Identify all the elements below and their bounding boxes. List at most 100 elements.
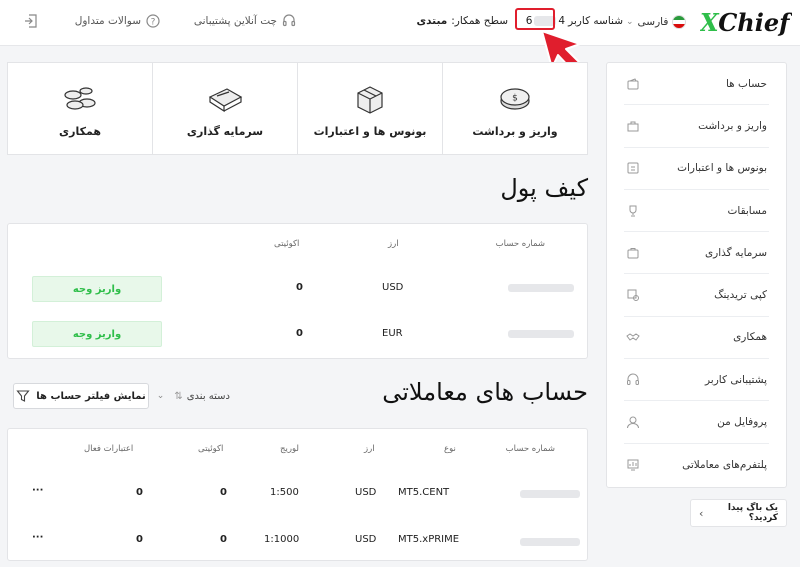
top-header: XChief فارسی ⌄ شناسه کاربر 6 4 سطح همکار… [0, 0, 800, 46]
card-label: همکاری [59, 125, 101, 138]
sidebar-item-bonuses[interactable]: بونوس ها و اعتبارات [624, 148, 769, 190]
wallet-icon [627, 78, 639, 90]
sidebar-item-support[interactable]: پشتیبانی کاربر [624, 359, 769, 402]
sidebar-item-deposit[interactable]: واریز و برداشت [624, 105, 769, 148]
trophy-icon [629, 205, 637, 217]
bug-report-button[interactable]: یک باگ پیدا کردید؟ › [690, 499, 787, 527]
card-label: واریز و برداشت [472, 125, 558, 138]
masked-account-number [520, 538, 580, 546]
bank-icon [627, 121, 639, 132]
card-deposit-withdraw[interactable]: $ واریز و برداشت [442, 63, 587, 154]
sort-label: دسته بندی [186, 390, 230, 402]
faq-link[interactable]: ? سوالات متداول [72, 12, 160, 30]
account-equity: 0 [220, 487, 227, 498]
sidebar-item-contests[interactable]: مسابقات [624, 190, 769, 233]
header-account-number: شماره حساب [495, 239, 545, 249]
support-chat-label: چت آنلاین پشتیبانی [193, 15, 277, 27]
coin-icon: $ [500, 88, 530, 110]
language-selector[interactable]: فارسی ⌄ [626, 14, 686, 30]
card-label: سرمایه گذاری [186, 125, 264, 138]
masked-account-number [520, 490, 580, 498]
support-chat-link[interactable]: چت آنلاین پشتیبانی [190, 12, 296, 30]
sidebar-item-platforms[interactable]: پلتفرم‌های معاملاتی [624, 444, 769, 486]
masked-account-number [508, 284, 574, 292]
account-type: MT5.CENT [398, 487, 450, 498]
handshake-icon [626, 333, 640, 342]
card-label: بونوس ها و اعتبارات [313, 125, 427, 138]
account-leverage: 1:1000 [264, 534, 300, 545]
account-type: MT5.xPRIME [398, 534, 460, 545]
copy-icon [627, 289, 639, 302]
account-credit: 0 [136, 534, 143, 545]
faq-label: سوالات متداول [74, 15, 141, 27]
account-equity: 0 [220, 534, 227, 545]
gift-box-icon [357, 86, 383, 114]
briefcase-icon [627, 247, 639, 259]
svg-text:XChief: XChief [700, 8, 792, 37]
chevron-down-icon: ⌄ [156, 391, 165, 401]
wallet-table: شماره حساب ارز اکوئیتی USD 0 واریز وجه E… [7, 223, 588, 359]
partner-level-value: مبتدی [416, 15, 448, 27]
header-leverage: لوریج [280, 444, 299, 454]
partner-level-label: سطح همکار: [451, 15, 508, 27]
chevron-left-icon: › [699, 506, 704, 520]
header-equity: اکوئیتی [198, 444, 224, 454]
header-equity: اکوئیتی [274, 239, 300, 249]
wallet-equity: 0 [296, 328, 303, 339]
sort-icon: ⇅ [174, 390, 183, 402]
xchief-logo[interactable]: XChief [700, 4, 792, 40]
sidebar-item-partnership[interactable]: همکاری [624, 317, 769, 360]
sidebar-item-investment[interactable]: سرمایه گذاری [624, 232, 769, 275]
card-investment[interactable]: سرمایه گذاری [152, 63, 297, 154]
user-id-label: شناسه کاربر [568, 15, 623, 27]
sidebar-menu: حساب ها واریز و برداشت بونوس ها و اعتبار… [606, 62, 787, 488]
question-icon: ? [146, 14, 160, 28]
trading-accounts-title: حساب های معاملاتی [382, 378, 588, 406]
logout-icon[interactable] [22, 12, 40, 30]
deposit-funds-button[interactable]: واریز وجه [32, 321, 162, 347]
header-currency: ارز [388, 239, 399, 249]
bug-report-label: یک باگ پیدا کردید؟ [727, 503, 778, 523]
wallet-currency: EUR [382, 328, 403, 339]
header-type: نوع [444, 444, 456, 454]
deposit-funds-button[interactable]: واریز وجه [32, 276, 162, 302]
highlight-box [515, 8, 555, 30]
headset-icon [282, 14, 296, 27]
logo-text: Chief [718, 8, 792, 37]
account-leverage: 1:500 [270, 487, 299, 498]
show-account-filter-button[interactable]: نمایش فیلتر حساب ها [13, 383, 149, 409]
iran-flag-icon [672, 15, 686, 29]
wallet-equity: 0 [296, 282, 303, 293]
wallet-currency: USD [382, 282, 404, 293]
more-options-icon[interactable]: ··· [32, 485, 43, 496]
sidebar-item-accounts[interactable]: حساب ها [624, 63, 769, 106]
header-active-credit: اعتبارات فعال [84, 444, 134, 454]
partner-level: سطح همکار: مبتدی [412, 12, 508, 30]
quick-action-cards: $ واریز و برداشت بونوس ها و اعتبارات سرم… [7, 62, 588, 155]
chevron-down-icon: ⌄ [626, 17, 634, 27]
sidebar-item-profile[interactable]: پروفایل من [624, 401, 769, 444]
card-bonuses[interactable]: بونوس ها و اعتبارات [297, 63, 442, 154]
svg-text:$: $ [512, 94, 518, 104]
header-account-number: شماره حساب [505, 444, 555, 454]
wallet-title: کیف پول [500, 174, 588, 202]
account-currency: USD [355, 487, 377, 498]
svg-text:?: ? [151, 17, 156, 27]
language-label: فارسی [637, 16, 669, 28]
masked-account-number [508, 330, 574, 338]
platform-icon [627, 459, 639, 471]
more-options-icon[interactable]: ··· [32, 532, 43, 543]
coins-stack-icon [64, 87, 96, 110]
sort-dropdown[interactable]: دسته بندی ⇅ ⌄ [155, 388, 230, 404]
card-partnership[interactable]: همکاری [8, 63, 152, 154]
bonus-icon [627, 162, 639, 174]
account-currency: USD [355, 534, 377, 545]
filter-button-label: نمایش فیلتر حساب ها [36, 390, 146, 402]
briefcase-icon [208, 88, 243, 113]
header-currency: ارز [364, 444, 375, 454]
user-icon [627, 416, 639, 429]
account-credit: 0 [136, 487, 143, 498]
filter-icon [16, 390, 30, 402]
headset-icon [627, 373, 639, 385]
sidebar-item-copy-trading[interactable]: کپی تریدینگ [624, 274, 769, 317]
